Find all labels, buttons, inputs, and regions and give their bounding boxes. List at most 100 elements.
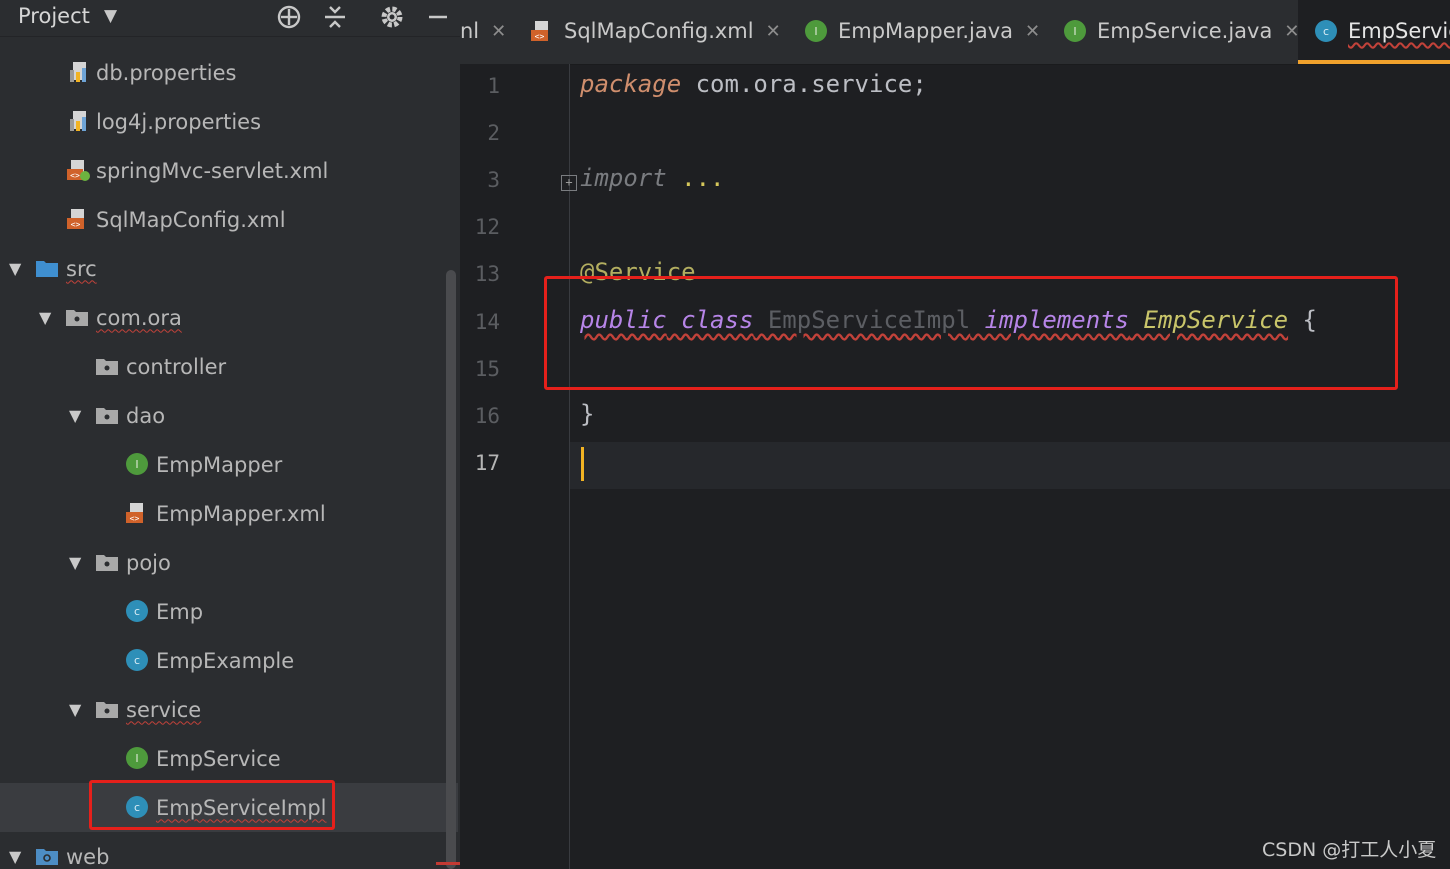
tree-item-label: SqlMapConfig.xml <box>96 207 286 232</box>
line-number: 1 <box>487 74 500 98</box>
tree-item-src[interactable]: ▼ src <box>0 244 458 293</box>
tree-item-empmapper-xml[interactable]: <> EmpMapper.xml <box>0 489 458 538</box>
tree-item-empmapper[interactable]: I EmpMapper <box>0 440 458 489</box>
package-icon <box>66 310 88 326</box>
fold-expand-icon[interactable]: + <box>561 175 577 191</box>
tree-item-emp[interactable]: c Emp <box>0 587 458 636</box>
line-number: 17 <box>474 451 500 475</box>
gear-icon[interactable] <box>375 0 409 34</box>
tree-item-pojo[interactable]: ▼ pojo <box>0 538 458 587</box>
code-line-1[interactable]: package com.ora.service; <box>580 70 927 98</box>
tab-empmapper-java[interactable]: I EmpMapper.java ✕ <box>804 0 1040 62</box>
code-line-14[interactable]: public class EmpServiceImpl implements E… <box>580 306 1317 334</box>
code-line-13[interactable]: @Service <box>580 258 696 286</box>
active-tab-indicator <box>1298 60 1450 64</box>
close-icon[interactable]: ✕ <box>1025 21 1040 42</box>
folded-imports[interactable]: ... <box>667 164 724 192</box>
svg-text:<>: <> <box>535 32 545 41</box>
tree-item-label: EmpMapper <box>156 452 283 477</box>
line-number: 14 <box>474 310 500 334</box>
tree-item-service[interactable]: ▼ service <box>0 685 458 734</box>
tree-item-label: log4j.properties <box>96 109 262 134</box>
tree-item-springmvc-servlet-xml[interactable]: <> springMvc-servlet.xml <box>0 146 458 195</box>
code-annotation: @Service <box>580 258 696 286</box>
package-icon <box>96 555 118 571</box>
code-class-name: EmpServiceImpl <box>753 306 971 334</box>
code-keyword: class <box>666 306 754 334</box>
properties-icon <box>70 111 86 131</box>
project-panel: Project ▼ db.properties log4j.properties… <box>0 0 460 869</box>
line-number: 2 <box>487 121 500 145</box>
close-icon[interactable]: ✕ <box>766 21 781 42</box>
properties-icon <box>70 62 86 82</box>
tree-item-db-properties[interactable]: db.properties <box>0 48 458 97</box>
tab-partial[interactable]: nl ✕ <box>460 0 506 62</box>
text-caret <box>581 447 584 481</box>
code-brace: } <box>580 400 595 428</box>
tree-item-controller[interactable]: controller <box>0 342 458 391</box>
tab-empserviceimpl-java[interactable]: c EmpServic <box>1298 0 1450 62</box>
code-keyword: public <box>580 306 667 334</box>
svg-text:<>: <> <box>130 514 140 523</box>
tree-item-empserviceimpl[interactable]: c EmpServiceImpl <box>0 783 458 832</box>
tree-item-label: com.ora <box>96 305 182 330</box>
svg-text:<>: <> <box>71 220 81 229</box>
close-icon[interactable]: ✕ <box>491 21 506 42</box>
tree-item-log4j-properties[interactable]: log4j.properties <box>0 97 458 146</box>
tab-label: SqlMapConfig.xml <box>564 19 754 43</box>
code-keyword: import <box>580 164 667 192</box>
tree-item-com-ora[interactable]: ▼ com.ora <box>0 293 458 342</box>
current-line-highlight <box>460 442 1450 489</box>
web-folder-icon <box>36 849 58 865</box>
package-icon <box>96 408 118 424</box>
svg-text:I: I <box>135 752 138 765</box>
tree-item-label: db.properties <box>96 60 237 85</box>
interface-icon: I <box>126 453 148 475</box>
tree-item-label: Emp <box>156 599 204 624</box>
code-brace: { <box>1288 306 1317 334</box>
expand-arrow-icon[interactable]: ▼ <box>9 259 21 278</box>
expand-arrow-icon[interactable]: ▼ <box>69 700 81 719</box>
tab-empservice-java[interactable]: I EmpService.java ✕ <box>1063 0 1299 62</box>
chevron-down-icon[interactable]: ▼ <box>104 6 117 26</box>
code-editor: nl ✕ <> SqlMapConfig.xml ✕ I EmpMapper.j… <box>460 0 1450 869</box>
code-interface-name: EmpService <box>1129 306 1289 334</box>
collapse-all-icon[interactable] <box>318 0 352 34</box>
tree-item-label: controller <box>126 354 227 379</box>
expand-arrow-icon[interactable]: ▼ <box>9 847 21 866</box>
tree-item-label: pojo <box>126 550 171 575</box>
project-panel-header: Project ▼ <box>0 0 460 37</box>
expand-arrow-icon[interactable]: ▼ <box>39 308 51 327</box>
xml-icon: <> <box>126 503 143 523</box>
tab-label: EmpService.java <box>1097 19 1273 43</box>
tree-item-label: src <box>66 256 97 281</box>
project-panel-title[interactable]: Project <box>18 4 90 28</box>
watermark: CSDN @打工人小夏 <box>1262 839 1437 861</box>
svg-text:I: I <box>135 458 138 471</box>
tab-sqlmapconfig-xml[interactable]: <> SqlMapConfig.xml ✕ <box>530 0 781 62</box>
line-number: 3 <box>487 168 500 192</box>
expand-arrow-icon[interactable]: ▼ <box>69 406 81 425</box>
svg-text:c: c <box>1323 25 1329 38</box>
minimize-icon[interactable] <box>421 0 455 34</box>
interface-icon: I <box>805 20 827 42</box>
xml-icon: <> <box>531 21 548 41</box>
tree-item-dao[interactable]: ▼ dao <box>0 391 458 440</box>
tree-item-web[interactable]: ▼ web <box>0 832 458 869</box>
tree-item-empexample[interactable]: c EmpExample <box>0 636 458 685</box>
tree-item-label: springMvc-servlet.xml <box>96 158 329 183</box>
line-number: 13 <box>474 262 500 286</box>
project-scrollbar[interactable] <box>446 270 456 869</box>
code-keyword: package <box>580 70 682 98</box>
tab-label: nl <box>460 19 480 43</box>
expand-arrow-icon[interactable]: ▼ <box>69 553 81 572</box>
code-line-3[interactable]: import ... <box>580 164 725 192</box>
tree-item-label: EmpService <box>156 746 281 771</box>
code-line-16[interactable]: } <box>580 400 594 428</box>
spring-xml-icon: <> <box>67 160 90 181</box>
tree-item-sqlmapconfig-xml[interactable]: <> SqlMapConfig.xml <box>0 195 458 244</box>
tree-item-empservice[interactable]: I EmpService <box>0 734 458 783</box>
tree-item-label: service <box>126 697 202 722</box>
svg-text:c: c <box>134 654 140 667</box>
locate-icon[interactable] <box>272 0 306 34</box>
